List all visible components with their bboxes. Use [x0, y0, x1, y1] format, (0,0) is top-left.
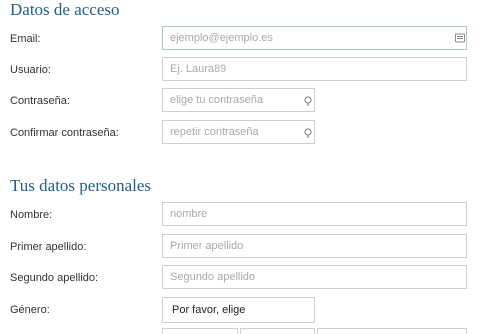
username-label: Usuario: — [10, 64, 51, 76]
password-label: Contraseña: — [10, 95, 70, 107]
gender-select[interactable]: Por favor, elige — [162, 297, 315, 323]
birth-date-field-partial[interactable] — [317, 328, 467, 334]
name-label: Nombre: — [10, 209, 53, 221]
password-field[interactable] — [162, 88, 315, 112]
confirm-password-label: Confirmar contraseña: — [10, 127, 119, 139]
contact-card-icon — [455, 33, 465, 43]
personal-section-title: Tus datos personales — [10, 176, 152, 195]
confirm-password-field[interactable] — [162, 120, 315, 144]
second-surname-field[interactable] — [162, 265, 467, 289]
email-field[interactable] — [162, 26, 467, 50]
first-surname-field[interactable] — [162, 234, 467, 258]
key-icon — [303, 128, 313, 138]
second-surname-label: Segundo apellido: — [10, 272, 99, 284]
username-field[interactable] — [162, 57, 467, 81]
email-label: Email: — [10, 33, 41, 45]
access-section-title: Datos de acceso — [10, 0, 120, 19]
gender-label: Género: — [10, 304, 50, 316]
name-field[interactable] — [162, 202, 467, 226]
birth-date-field-partial[interactable] — [240, 328, 315, 334]
birth-date-field-partial[interactable] — [162, 328, 238, 334]
key-icon — [303, 96, 313, 106]
first-surname-label: Primer apellido: — [10, 241, 87, 253]
